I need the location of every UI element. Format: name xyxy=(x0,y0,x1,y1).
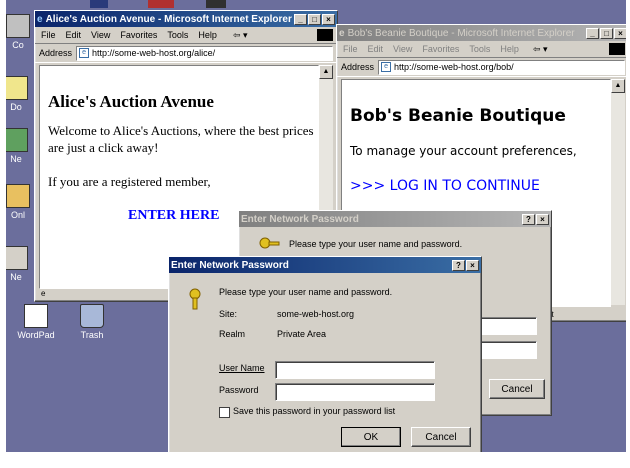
menu-file[interactable]: File xyxy=(41,30,56,40)
menu-help[interactable]: Help xyxy=(198,30,217,40)
app-icon xyxy=(90,0,108,8)
menu-tools[interactable]: Tools xyxy=(469,44,490,54)
address-label: Address xyxy=(39,48,73,58)
windows-logo-icon xyxy=(317,29,333,41)
username-label: User Name xyxy=(219,363,265,373)
alice-address-bar: Address e http://some-web-host.org/alice… xyxy=(35,44,337,63)
close-button[interactable]: × xyxy=(466,259,479,271)
alice-address-input[interactable]: e http://some-web-host.org/alice/ xyxy=(76,45,333,61)
realm-value: Private Area xyxy=(277,329,327,339)
ie-icon: e xyxy=(37,13,43,25)
realm-label: Realm xyxy=(219,329,246,339)
cancel-button[interactable]: Cancel xyxy=(411,427,471,447)
alice-dialog-titlebar[interactable]: Enter Network Password ? × xyxy=(169,257,481,273)
alice-dialog-title: Enter Network Password xyxy=(171,259,289,271)
alice-titlebar[interactable]: e Alice's Auction Avenue - Microsoft Int… xyxy=(35,11,337,27)
web-icon xyxy=(148,0,174,8)
close-button[interactable]: × xyxy=(536,213,549,225)
bob-dialog-title: Enter Network Password xyxy=(241,213,359,225)
cancel-label: Cancel xyxy=(501,383,533,395)
alice-page-heading: Alice's Auction Avenue xyxy=(48,92,214,111)
close-button[interactable]: × xyxy=(614,27,626,39)
bob-password-field[interactable] xyxy=(479,341,537,359)
wordpad-icon[interactable]: WordPad xyxy=(14,304,58,340)
trash-icon[interactable]: Trash xyxy=(70,304,114,340)
help-button[interactable]: ? xyxy=(452,259,465,271)
menu-help[interactable]: Help xyxy=(500,44,519,54)
alice-menubar: File Edit View Favorites Tools Help ⇦ ▾ xyxy=(35,27,337,44)
bob-address-input[interactable]: e http://some-web-host.org/bob/ xyxy=(378,59,625,75)
desktop-icon-label: Onl xyxy=(10,210,25,220)
alice-window-title: Alice's Auction Avenue - Microsoft Inter… xyxy=(45,13,292,25)
alice-dialog-prompt: Please type your user name and password. xyxy=(219,287,393,297)
bob-login-link[interactable]: >>> LOG IN TO CONTINUE xyxy=(350,178,540,194)
menu-view[interactable]: View xyxy=(393,44,412,54)
alice-member-text: If you are a registered member, xyxy=(48,174,211,189)
alice-url: http://some-web-host.org/alice/ xyxy=(92,48,216,58)
page-icon: e xyxy=(381,62,392,72)
site-label: Site: xyxy=(219,309,238,319)
key-icon xyxy=(259,235,281,251)
close-button[interactable]: × xyxy=(322,13,335,25)
maximize-button[interactable]: □ xyxy=(600,27,613,39)
bob-manage-text: To manage your account preferences, xyxy=(350,144,577,158)
scroll-up-button[interactable]: ▲ xyxy=(611,79,625,93)
menu-file[interactable]: File xyxy=(343,44,358,54)
menu-edit[interactable]: Edit xyxy=(66,30,82,40)
alice-enter-link[interactable]: ENTER HERE xyxy=(128,208,219,224)
ok-button[interactable]: OK xyxy=(341,427,401,447)
menu-favorites[interactable]: Favorites xyxy=(422,44,459,54)
back-button[interactable]: ⇦ ▾ xyxy=(233,30,248,41)
menu-favorites[interactable]: Favorites xyxy=(120,30,157,40)
menu-tools[interactable]: Tools xyxy=(167,30,188,40)
app-icon xyxy=(206,0,226,8)
key-icon xyxy=(187,287,209,311)
menu-view[interactable]: View xyxy=(91,30,110,40)
save-password-label: Save this password in your password list xyxy=(233,406,396,416)
cancel-label: Cancel xyxy=(425,431,457,443)
help-button[interactable]: ? xyxy=(522,213,535,225)
bob-username-field[interactable] xyxy=(479,317,537,335)
windows-logo-icon xyxy=(609,43,625,55)
desktop-icon-label: WordPad xyxy=(17,330,55,340)
minimize-button[interactable]: _ xyxy=(294,13,307,25)
alice-password-dialog: Enter Network Password ? × Please type y… xyxy=(168,256,482,452)
bob-dialog-titlebar[interactable]: Enter Network Password ? × xyxy=(239,211,551,227)
page-icon: e xyxy=(79,48,90,58)
desktop-icon-label: Co xyxy=(12,40,24,50)
maximize-button[interactable]: □ xyxy=(308,13,321,25)
bob-dialog-prompt: Please type your user name and password. xyxy=(289,239,463,249)
minimize-button[interactable]: _ xyxy=(586,27,599,39)
bob-cancel-button[interactable]: Cancel xyxy=(489,379,545,399)
site-value: some-web-host.org xyxy=(277,309,355,319)
bob-url: http://some-web-host.org/bob/ xyxy=(394,62,514,72)
alice-welcome-text: Welcome to Alice's Auctions, where the b… xyxy=(48,123,314,155)
desktop: Co Do Ne Onl Ne WordPad Trash e Alice's … xyxy=(6,0,626,452)
bob-menubar: File Edit View Favorites Tools Help ⇦ ▾ xyxy=(337,41,626,58)
save-password-checkbox[interactable] xyxy=(219,407,230,418)
menu-edit[interactable]: Edit xyxy=(368,44,384,54)
password-input[interactable] xyxy=(275,383,435,401)
ie-icon: e xyxy=(339,27,345,39)
bob-address-bar: Address e http://some-web-host.org/bob/ xyxy=(337,58,626,77)
address-label: Address xyxy=(341,62,375,72)
bob-titlebar[interactable]: e Bob's Beanie Boutique - Microsoft Inte… xyxy=(337,25,626,41)
back-button[interactable]: ⇦ ▾ xyxy=(533,44,548,55)
password-label: Password xyxy=(219,385,259,395)
username-input[interactable] xyxy=(275,361,435,379)
desktop-icon-label: Do xyxy=(10,102,22,112)
bob-page-heading: Bob's Beanie Boutique xyxy=(350,106,566,126)
bob-scrollbar[interactable]: ▲ xyxy=(611,79,625,305)
desktop-icon-label: Ne xyxy=(10,154,22,164)
ok-label: OK xyxy=(363,431,379,443)
scroll-up-button[interactable]: ▲ xyxy=(319,65,333,79)
desktop-icon-label: Trash xyxy=(80,330,104,340)
desktop-icon-label: Ne xyxy=(10,272,22,282)
bob-window-title: Bob's Beanie Boutique - Microsoft Intern… xyxy=(347,27,575,39)
